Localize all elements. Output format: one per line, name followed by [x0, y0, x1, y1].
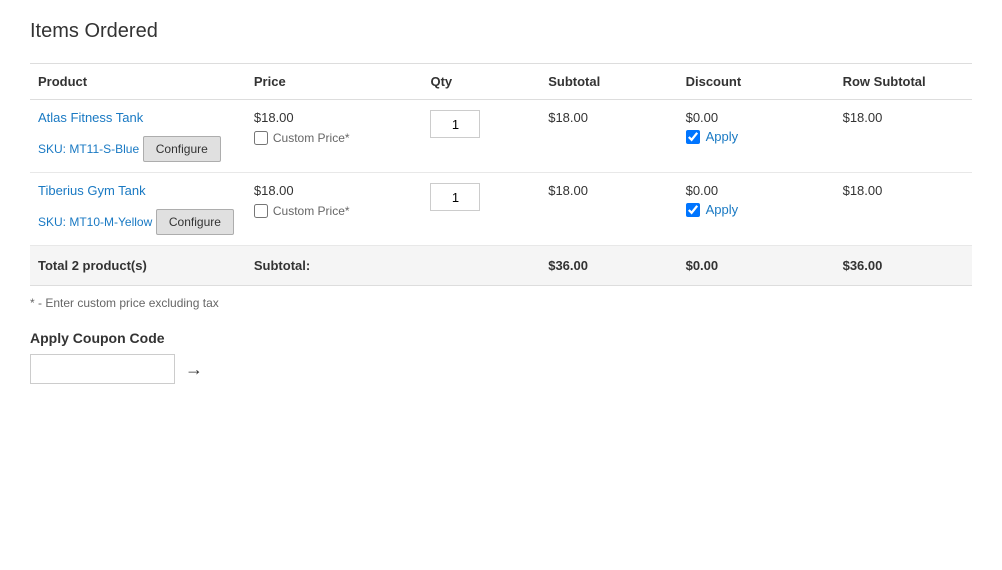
col-header-price: Price [246, 64, 423, 100]
col-header-row-subtotal: Row Subtotal [835, 64, 972, 100]
footnote: * - Enter custom price excluding tax [30, 296, 972, 310]
coupon-label: Apply Coupon Code [30, 330, 972, 346]
qty-input-0[interactable] [430, 110, 480, 138]
coupon-apply-button[interactable]: → [185, 360, 203, 378]
discount-value-0: $0.00 [686, 110, 827, 125]
items-ordered-table: Product Price Qty Subtotal Discount Row … [30, 63, 972, 286]
table-row: Tiberius Gym Tank SKU: MT10-M-Yellow Con… [30, 173, 972, 246]
row-subtotal-value-0: $18.00 [843, 110, 883, 125]
price-value-1: $18.00 [254, 183, 294, 198]
table-row: Atlas Fitness Tank SKU: MT11-S-Blue Conf… [30, 100, 972, 173]
apply-label-1[interactable]: Apply [706, 202, 739, 217]
cell-row-subtotal-1: $18.00 [835, 173, 972, 246]
apply-checkbox-0[interactable] [686, 130, 700, 144]
row-subtotal-value-1: $18.00 [843, 183, 883, 198]
cell-discount-1: $0.00 Apply [678, 173, 835, 246]
discount-value-1: $0.00 [686, 183, 827, 198]
col-header-subtotal: Subtotal [540, 64, 677, 100]
custom-price-label-0: Custom Price* [273, 131, 350, 145]
footer-row-subtotal-value: $36.00 [835, 246, 972, 286]
cell-subtotal-0: $18.00 [540, 100, 677, 173]
coupon-input[interactable] [30, 354, 175, 384]
custom-price-checkbox-0[interactable] [254, 131, 268, 145]
footer-empty [422, 246, 540, 286]
cell-product-1: Tiberius Gym Tank SKU: MT10-M-Yellow Con… [30, 173, 246, 246]
apply-label-0[interactable]: Apply [706, 129, 739, 144]
page-title: Items Ordered [30, 20, 972, 43]
product-name-link-0[interactable]: Atlas Fitness Tank [38, 110, 238, 125]
cell-price-1: $18.00 Custom Price* [246, 173, 423, 246]
coupon-section: Apply Coupon Code → [30, 330, 972, 384]
footer-total-label: Total 2 product(s) [30, 246, 246, 286]
qty-input-1[interactable] [430, 183, 480, 211]
coupon-row: → [30, 354, 972, 384]
subtotal-value-0: $18.00 [548, 110, 588, 125]
price-value-0: $18.00 [254, 110, 294, 125]
product-sku-1: SKU: MT10-M-Yellow [38, 215, 152, 229]
configure-button-0[interactable]: Configure [143, 136, 221, 162]
cell-qty-1 [422, 173, 540, 246]
footer-subtotal-label: Subtotal: [246, 246, 423, 286]
footer-subtotal-value: $36.00 [540, 246, 677, 286]
custom-price-checkbox-1[interactable] [254, 204, 268, 218]
custom-price-label-1: Custom Price* [273, 204, 350, 218]
cell-subtotal-1: $18.00 [540, 173, 677, 246]
col-header-qty: Qty [422, 64, 540, 100]
cell-qty-0 [422, 100, 540, 173]
col-header-product: Product [30, 64, 246, 100]
footer-discount-value: $0.00 [678, 246, 835, 286]
cell-price-0: $18.00 Custom Price* [246, 100, 423, 173]
apply-checkbox-1[interactable] [686, 203, 700, 217]
cell-product-0: Atlas Fitness Tank SKU: MT11-S-Blue Conf… [30, 100, 246, 173]
table-footer-row: Total 2 product(s) Subtotal: $36.00 $0.0… [30, 246, 972, 286]
subtotal-value-1: $18.00 [548, 183, 588, 198]
configure-button-1[interactable]: Configure [156, 209, 234, 235]
cell-row-subtotal-0: $18.00 [835, 100, 972, 173]
cell-discount-0: $0.00 Apply [678, 100, 835, 173]
product-name-link-1[interactable]: Tiberius Gym Tank [38, 183, 238, 198]
product-sku-0: SKU: MT11-S-Blue [38, 142, 139, 156]
col-header-discount: Discount [678, 64, 835, 100]
